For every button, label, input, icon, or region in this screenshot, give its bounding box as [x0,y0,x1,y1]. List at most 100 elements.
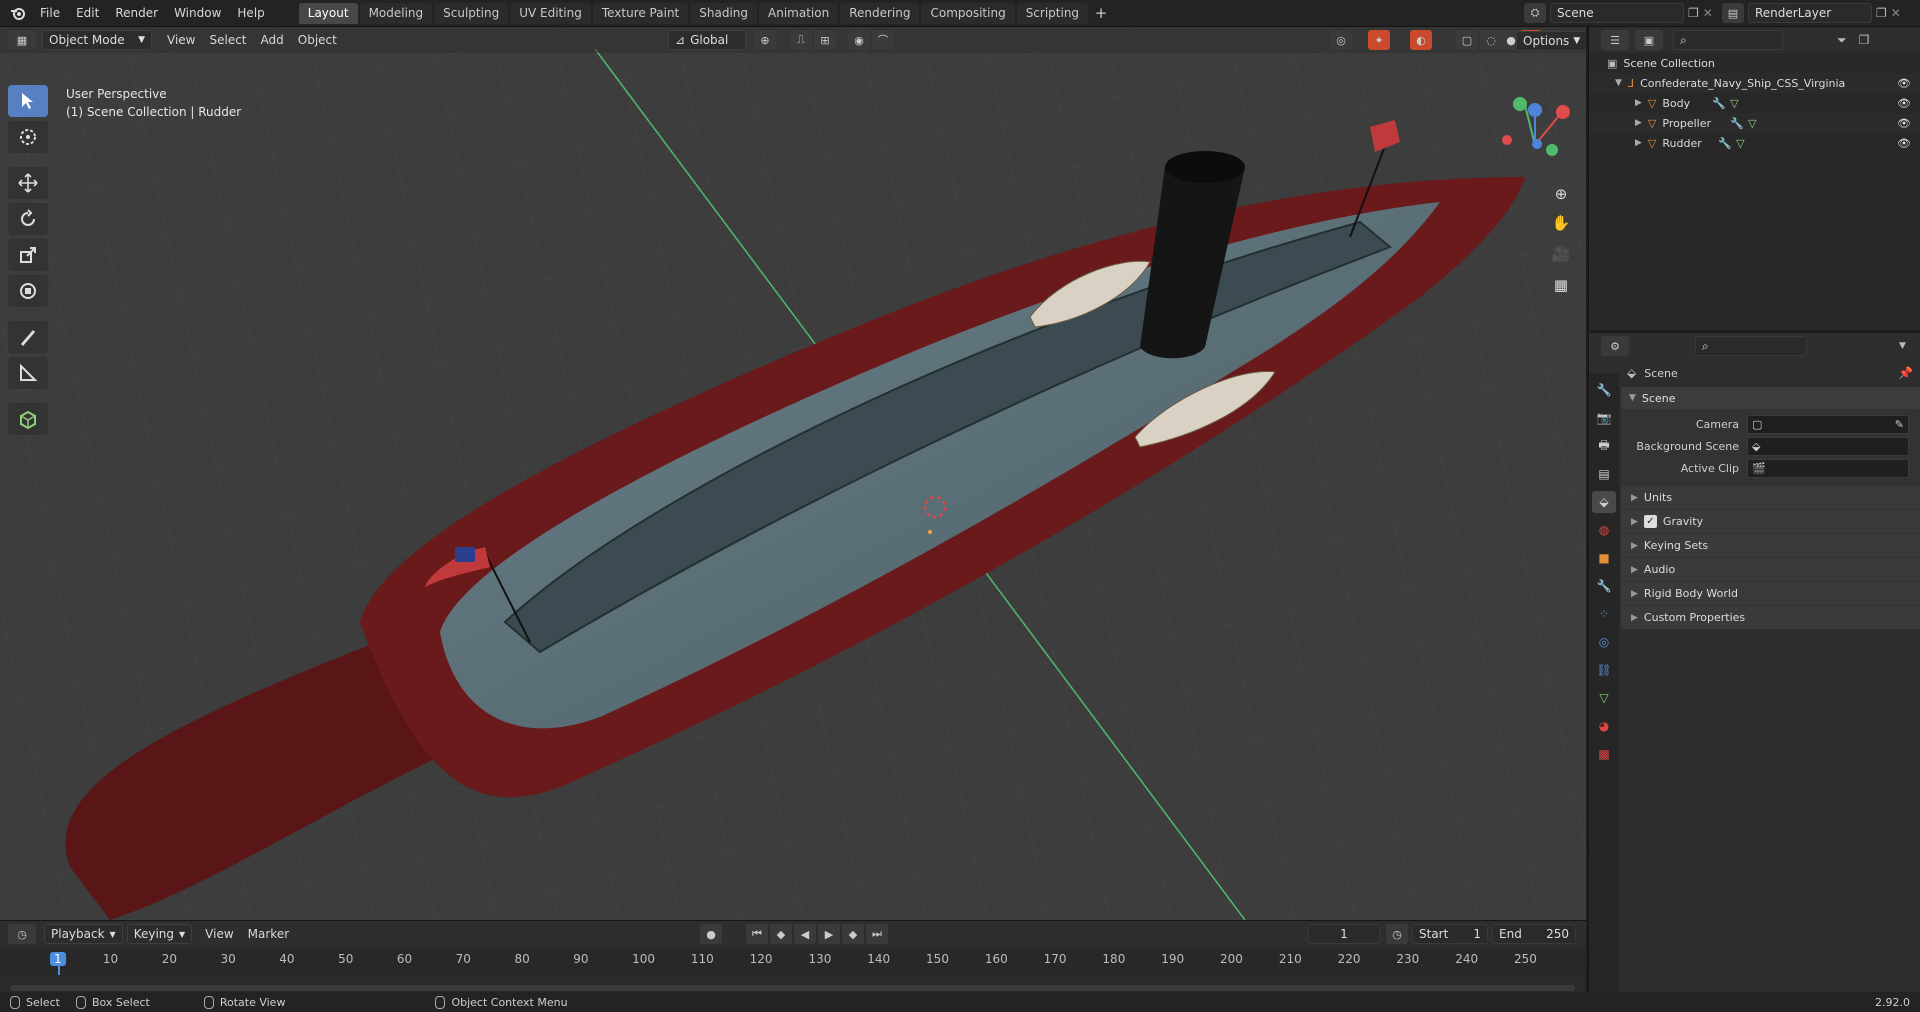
background-scene-field[interactable]: ⬙ [1747,436,1909,456]
scene-tab-icon[interactable]: ⬙ [1592,491,1616,513]
playback-menu[interactable]: Playback ▼ [44,924,123,944]
jump-start-icon[interactable]: ⏮ [746,924,768,944]
start-frame-field[interactable]: Start 1 [1412,924,1488,944]
scene-panel-header[interactable]: ▼ Scene [1621,387,1920,409]
properties-editor-icon[interactable]: ⚙ [1601,336,1629,356]
scale-tool[interactable] [8,239,48,271]
tab-rendering[interactable]: Rendering [840,2,920,24]
menu-window[interactable]: Window [166,0,229,27]
tab-texture-paint[interactable]: Texture Paint [592,2,689,24]
timeline-menu-view[interactable]: View [198,927,240,941]
menu-file[interactable]: File [32,0,68,27]
menu-help[interactable]: Help [229,0,272,27]
custom-properties-panel[interactable]: ▶ Custom Properties [1621,605,1920,629]
blender-logo-icon[interactable] [10,5,26,21]
physics-tab-icon[interactable]: ◎ [1592,631,1616,653]
modifier-tab-icon[interactable]: 🔧 [1592,575,1616,597]
wireframe-shading-icon[interactable]: ◌ [1480,30,1502,50]
proportional-edit-icon[interactable]: ◉ [848,30,870,50]
display-mode-icon[interactable]: ▣ [1635,30,1663,50]
tab-compositing[interactable]: Compositing [921,2,1015,24]
menu-view[interactable]: View [160,33,202,47]
filter-icon[interactable]: ⏷ [1837,33,1847,48]
camera-field[interactable]: ▢ ✎ [1747,414,1909,434]
menu-select[interactable]: Select [202,33,253,47]
prev-keyframe-icon[interactable]: ◆ [770,924,792,944]
tab-scripting[interactable]: Scripting [1016,2,1089,24]
transform-orientation[interactable]: ⊿ Global [668,30,746,50]
expand-arrow-icon[interactable]: ▶ [1635,118,1642,128]
chevron-down-icon[interactable]: ▼ [1899,341,1906,351]
zoom-icon[interactable]: ⊕ [1548,181,1574,207]
visibility-icon[interactable]: ◎ [1330,30,1352,50]
add-cube-tool[interactable] [8,403,48,435]
outliner-row-collection[interactable]: ▼ ⅃ Confederate_Navy_Ship_CSS_Virginia 👁 [1589,73,1920,93]
outliner-search-input[interactable]: ⌕ [1673,30,1783,50]
expand-arrow-icon[interactable]: ▶ [1635,138,1642,148]
falloff-icon[interactable]: ⌒ [872,30,894,50]
eye-icon[interactable]: 👁 [1897,97,1911,110]
delete-scene-icon[interactable]: ✕ [1703,6,1713,20]
editor-type-icon[interactable]: ▦ [8,30,36,50]
select-box-tool[interactable] [8,85,48,117]
menu-add[interactable]: Add [254,33,291,47]
material-tab-icon[interactable]: ◕ [1592,715,1616,737]
move-tool[interactable] [8,167,48,199]
transform-tool[interactable] [8,275,48,307]
keying-menu[interactable]: Keying ▼ [126,924,193,944]
view-layer-browse-icon[interactable]: ▤ [1722,3,1744,23]
gizmo-toggle-icon[interactable]: ✦ [1368,30,1390,50]
data-tab-icon[interactable]: ▽ [1592,687,1616,709]
active-clip-field[interactable]: 🎬 [1747,458,1909,478]
outliner-row-rudder[interactable]: ▶ ▽ Rudder 🔧 ▽ 👁 [1589,133,1920,153]
properties-search-input[interactable]: ⌕ [1695,336,1807,356]
eyedropper-icon[interactable]: ✎ [1895,418,1904,431]
object-tab-icon[interactable]: ■ [1592,547,1616,569]
next-keyframe-icon[interactable]: ◆ [842,924,864,944]
cursor-tool[interactable] [8,121,48,153]
add-workspace-icon[interactable]: + [1090,3,1112,23]
play-icon[interactable]: ▶ [818,924,840,944]
measure-tool[interactable] [8,357,48,389]
xray-icon[interactable]: ▢ [1456,30,1478,50]
overlays-icon[interactable]: ◐ [1410,30,1432,50]
outliner-editor-icon[interactable]: ☰ [1601,30,1629,50]
world-tab-icon[interactable]: ◍ [1592,519,1616,541]
tab-sculpting[interactable]: Sculpting [434,2,509,24]
view-layer-tab-icon[interactable]: ▤ [1592,463,1616,485]
tool-tab-icon[interactable]: 🔧 [1592,379,1616,401]
gravity-panel[interactable]: ▶ ✓ Gravity [1621,509,1920,533]
annotate-tool[interactable] [8,321,48,353]
eye-icon[interactable]: 👁 [1897,117,1911,130]
timeline-scrollbar[interactable] [10,985,1575,991]
scene-selector[interactable]: Scene [1550,3,1684,23]
new-collection-icon[interactable]: ❐ [1859,33,1870,47]
menu-edit[interactable]: Edit [68,0,107,27]
outliner-row-propeller[interactable]: ▶ ▽ Propeller 🔧 ▽ 👁 [1589,113,1920,133]
new-view-layer-icon[interactable]: ❐ [1876,6,1887,20]
tab-shading[interactable]: Shading [690,2,757,24]
outliner-row-scene-collection[interactable]: ▣ Scene Collection [1589,53,1920,73]
jump-end-icon[interactable]: ⏭ [866,924,888,944]
timeline-menu-marker[interactable]: Marker [241,927,296,941]
preview-range-icon[interactable]: ◷ [1386,924,1408,944]
gravity-checkbox[interactable]: ✓ [1643,515,1657,528]
audio-panel[interactable]: ▶ Audio [1621,557,1920,581]
pin-icon[interactable]: 📌 [1898,366,1913,380]
scene-browse-icon[interactable]: ⛭ [1524,3,1546,23]
eye-icon[interactable]: 👁 [1897,137,1911,150]
timeline-editor-icon[interactable]: ◷ [8,924,36,944]
camera-view-icon[interactable]: 🎥 [1548,241,1574,267]
current-frame-field[interactable]: 1 [1308,924,1380,944]
tab-modeling[interactable]: Modeling [359,2,433,24]
particles-tab-icon[interactable]: ⁘ [1592,603,1616,625]
3d-viewport[interactable]: ▦ Object Mode ▼ View Select Add Object ⊿… [0,27,1586,920]
tab-animation[interactable]: Animation [759,2,839,24]
expand-arrow-icon[interactable]: ▼ [1615,78,1622,88]
tab-layout[interactable]: Layout [298,2,358,24]
menu-object[interactable]: Object [291,33,344,47]
pan-hand-icon[interactable]: ✋ [1548,210,1574,236]
rotate-tool[interactable] [8,203,48,235]
new-scene-icon[interactable]: ❐ [1688,6,1699,20]
view-layer-selector[interactable]: RenderLayer [1748,3,1872,23]
